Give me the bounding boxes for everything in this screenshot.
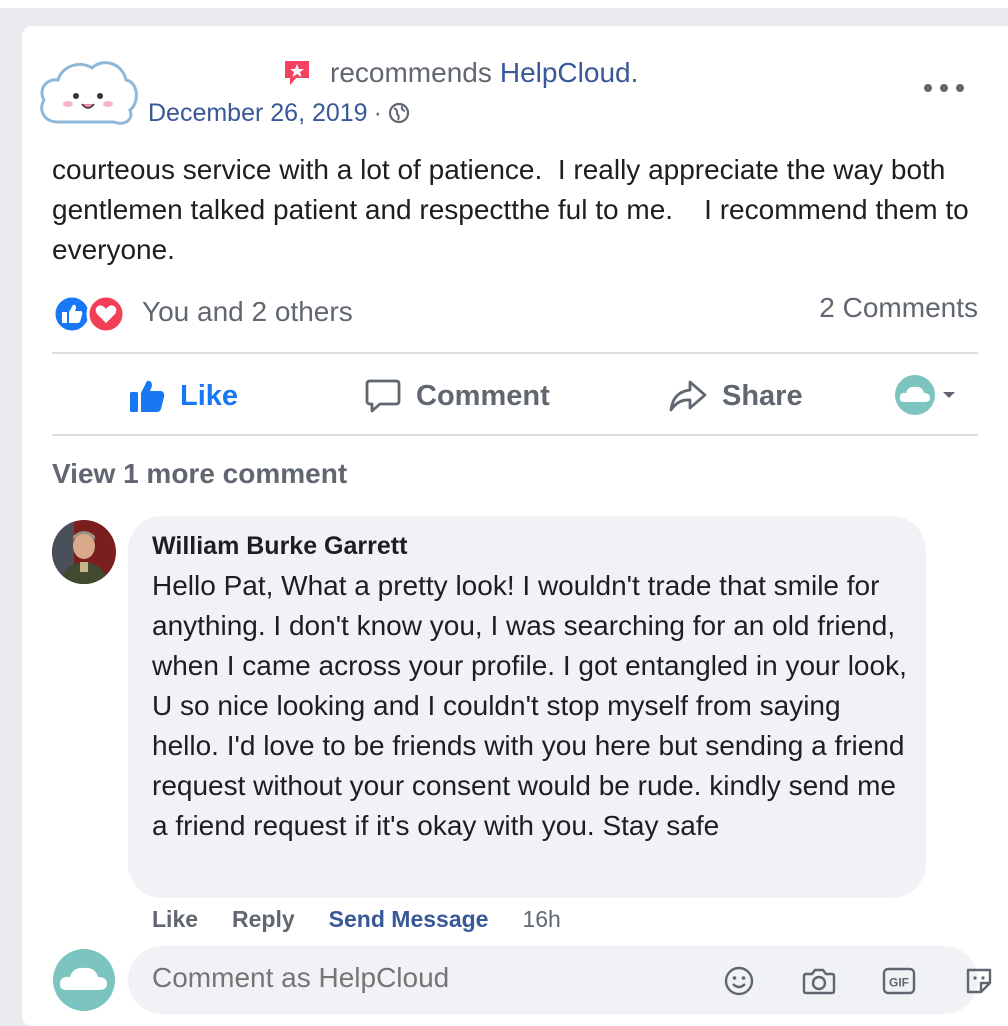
comment-actions: Like Reply Send Message 16h bbox=[152, 903, 561, 935]
top-strip bbox=[0, 0, 1008, 8]
emoji-icon[interactable] bbox=[722, 964, 756, 998]
like-label: Like bbox=[180, 379, 239, 412]
view-more-comments-link[interactable]: View 1 more comment bbox=[52, 458, 347, 490]
gif-icon[interactable]: GIF bbox=[882, 964, 916, 998]
more-dot bbox=[956, 84, 964, 92]
divider bbox=[52, 434, 978, 436]
send-message-button[interactable]: Send Message bbox=[329, 906, 489, 933]
comment-input[interactable] bbox=[152, 962, 672, 994]
page-name-link[interactable]: HelpCloud bbox=[500, 57, 631, 89]
share-arrow-icon bbox=[668, 377, 708, 415]
svg-text:GIF: GIF bbox=[889, 976, 909, 990]
helpcloud-avatar[interactable] bbox=[36, 52, 140, 132]
page-name-suffix: . bbox=[630, 57, 639, 88]
recommends-text: recommends bbox=[330, 57, 492, 88]
commenter-avatar[interactable] bbox=[52, 520, 116, 584]
more-options-icon[interactable] bbox=[924, 74, 964, 102]
recommendation-line: recommends HelpCloud . bbox=[282, 56, 638, 90]
post-body-text: courteous service with a lot of patience… bbox=[52, 154, 977, 265]
comment-reply-button[interactable]: Reply bbox=[232, 906, 295, 933]
reactions-summary[interactable]: You and 2 others bbox=[52, 290, 353, 334]
reaction-icons bbox=[52, 292, 130, 334]
comment-bubble-icon bbox=[364, 377, 402, 415]
like-button[interactable]: Like bbox=[128, 372, 238, 420]
share-label: Share bbox=[722, 379, 803, 412]
love-icon bbox=[86, 294, 126, 334]
more-dot bbox=[924, 84, 932, 92]
reactions-text[interactable]: You and 2 others bbox=[142, 296, 353, 328]
helpcloud-small-avatar bbox=[895, 375, 935, 415]
comment-text: Hello Pat, What a pretty look! I wouldn'… bbox=[152, 570, 907, 841]
date-separator: · bbox=[373, 98, 382, 127]
post-as-selector[interactable] bbox=[894, 374, 958, 416]
composer-icons: GIF bbox=[722, 964, 1008, 998]
thumbs-up-icon bbox=[128, 377, 166, 415]
comment-count[interactable]: 2 Comments bbox=[819, 292, 978, 324]
globe-icon[interactable] bbox=[388, 102, 410, 124]
post-date-line: December 26, 2019 · bbox=[148, 98, 410, 128]
commenter-name[interactable]: William Burke Garrett bbox=[152, 532, 407, 561]
comment-label: Comment bbox=[416, 379, 550, 412]
comment-button[interactable]: Comment bbox=[364, 372, 550, 420]
composer-avatar[interactable] bbox=[52, 948, 116, 1012]
divider bbox=[52, 352, 978, 354]
sticker-icon[interactable] bbox=[962, 964, 996, 998]
recommendation-icon bbox=[282, 58, 312, 88]
post-date[interactable]: December 26, 2019 bbox=[148, 99, 368, 128]
comment-timestamp[interactable]: 16h bbox=[522, 906, 560, 933]
share-button[interactable]: Share bbox=[668, 372, 803, 420]
chevron-down-icon bbox=[943, 392, 955, 398]
camera-icon[interactable] bbox=[802, 964, 836, 998]
comment-like-button[interactable]: Like bbox=[152, 906, 198, 933]
comment-composer: GIF bbox=[128, 946, 992, 1014]
more-dot bbox=[940, 84, 948, 92]
